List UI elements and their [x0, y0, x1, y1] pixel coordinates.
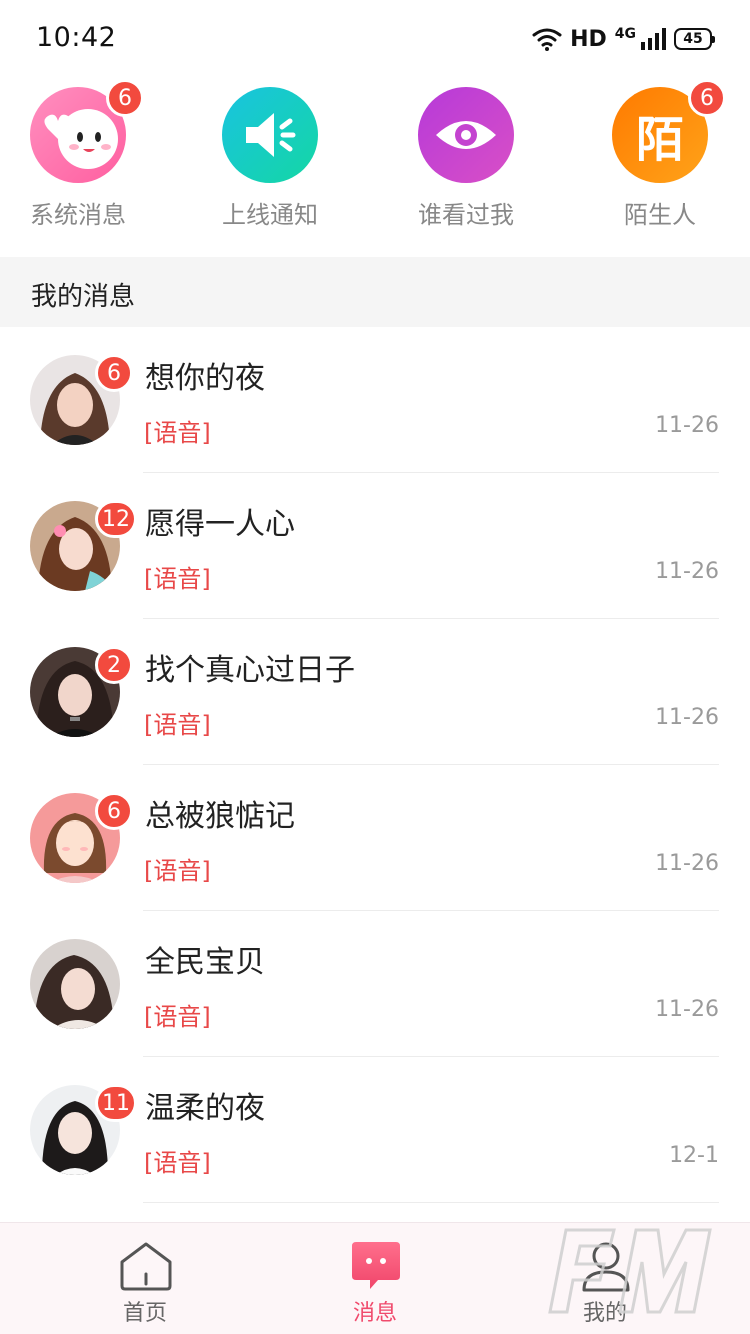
unread-badge: 2	[95, 646, 133, 684]
wifi-icon	[532, 28, 562, 51]
message-preview: [语音]	[144, 857, 211, 885]
contact-name: 愿得一人心	[145, 507, 295, 542]
message-item[interactable]: 2 找个真心过日子 [语音] 11-26	[0, 619, 750, 765]
quick-entry-label: 谁看过我	[418, 201, 514, 229]
speaker-icon	[222, 87, 318, 183]
tab-mine[interactable]: 我的	[480, 1223, 730, 1334]
section-header: 我的消息	[0, 257, 750, 327]
message-list: 6 想你的夜 [语音] 11-26 12 愿得一人心 [语音] 11-26 2 …	[0, 327, 750, 1203]
tab-label: 首页	[122, 1301, 167, 1326]
battery-icon: 45	[674, 28, 715, 50]
unread-badge: 11	[95, 1084, 137, 1122]
quick-entry-label: 陌生人	[624, 201, 696, 229]
home-icon	[120, 1242, 172, 1291]
contact-name: 全民宝贝	[145, 945, 265, 980]
eye-icon	[418, 87, 514, 183]
contact-name: 总被狼惦记	[145, 799, 295, 834]
cute-face-icon: 6	[30, 79, 144, 183]
tab-label: 我的	[582, 1301, 627, 1326]
message-preview: [语音]	[144, 1003, 211, 1031]
message-preview: [语音]	[144, 565, 211, 593]
message-item[interactable]: 12 愿得一人心 [语音] 11-26	[0, 473, 750, 619]
signal-icon	[641, 28, 666, 50]
message-time: 11-26	[655, 997, 719, 1022]
unread-badge: 6	[95, 354, 133, 392]
quick-entry-online-notice[interactable]: 上线通知	[195, 87, 345, 237]
tab-bar: 首页 消息 我的	[0, 1222, 750, 1334]
quick-entry-visitors[interactable]: 谁看过我	[391, 87, 541, 237]
tab-label: 消息	[352, 1301, 397, 1326]
hd-indicator: HD	[570, 26, 607, 52]
quick-entry-label: 系统消息	[30, 201, 126, 229]
quick-entry-system-messages[interactable]: 6 系统消息	[3, 79, 153, 237]
message-preview: [语音]	[144, 1149, 211, 1177]
status-icons: HD 4G 45	[532, 24, 715, 54]
chat-icon	[352, 1242, 400, 1289]
network-type: 4G	[614, 26, 636, 42]
unread-badge: 6	[688, 79, 726, 117]
message-preview: [语音]	[144, 711, 211, 739]
message-time: 11-26	[655, 559, 719, 584]
avatar[interactable]	[30, 939, 120, 1029]
unread-badge: 6	[106, 79, 144, 117]
status-time: 10:42	[36, 22, 117, 53]
divider	[143, 1202, 719, 1203]
stranger-glyph: 陌	[635, 112, 684, 168]
stranger-icon: 陌 6	[612, 79, 726, 183]
message-time: 11-26	[655, 851, 719, 876]
status-bar: 10:42 HD 4G 45	[0, 0, 750, 76]
quick-entry-strangers[interactable]: 陌 6 陌生人	[585, 79, 735, 237]
contact-name: 温柔的夜	[145, 1091, 265, 1126]
contact-name: 想你的夜	[145, 361, 265, 396]
section-title: 我的消息	[31, 282, 136, 312]
tab-home[interactable]: 首页	[20, 1223, 270, 1334]
message-item[interactable]: 6 总被狼惦记 [语音] 11-26	[0, 765, 750, 911]
message-item[interactable]: 全民宝贝 [语音] 11-26	[0, 911, 750, 1057]
user-icon	[582, 1242, 630, 1292]
message-item[interactable]: 6 想你的夜 [语音] 11-26	[0, 327, 750, 473]
message-preview: [语音]	[144, 419, 211, 447]
message-time: 11-26	[655, 705, 719, 730]
contact-name: 找个真心过日子	[145, 653, 355, 688]
quick-entries: 6 系统消息 上线通知 谁看过我 陌 6 陌生人	[0, 79, 750, 237]
unread-badge: 6	[95, 792, 133, 830]
tab-messages[interactable]: 消息	[250, 1223, 500, 1334]
message-time: 12-1	[669, 1143, 719, 1168]
message-item[interactable]: 11 温柔的夜 [语音] 12-1	[0, 1057, 750, 1203]
message-time: 11-26	[655, 413, 719, 438]
unread-badge: 12	[95, 500, 137, 538]
quick-entry-label: 上线通知	[222, 201, 318, 229]
